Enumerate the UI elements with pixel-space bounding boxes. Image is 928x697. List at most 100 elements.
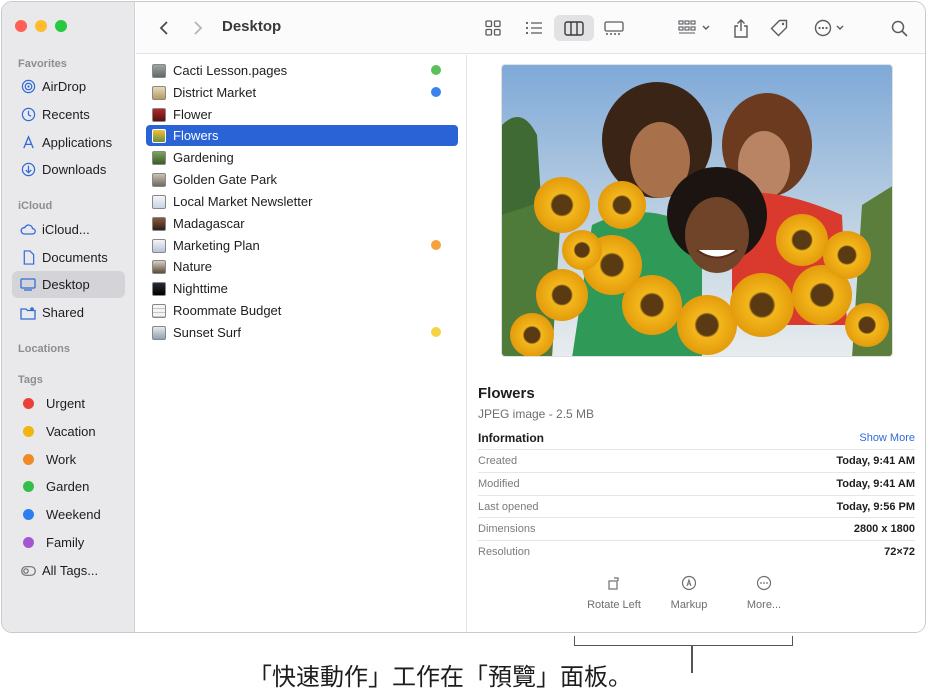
file-row[interactable]: Marketing Plan	[146, 235, 458, 256]
tag-color-dot	[23, 509, 34, 520]
preview-file-name: Flowers	[478, 385, 535, 402]
minimize-button[interactable]	[35, 20, 47, 32]
list-view-button[interactable]	[520, 15, 548, 41]
column-view-button[interactable]	[554, 15, 594, 41]
file-row-selected[interactable]: Flowers	[146, 125, 458, 146]
chevron-down-icon	[702, 25, 710, 30]
grid-icon	[485, 20, 501, 36]
file-row[interactable]: Local Market Newsletter	[146, 191, 458, 212]
zoom-button[interactable]	[55, 20, 67, 32]
icon-view-button[interactable]	[479, 15, 507, 41]
file-name: Cacti Lesson.pages	[173, 63, 288, 78]
tag-icon	[770, 19, 788, 37]
sidebar-item-label: Recents	[42, 107, 90, 122]
file-row[interactable]: Gardening	[146, 147, 458, 168]
sidebar-item-label: Vacation	[46, 424, 96, 439]
preview-pane: Flowers JPEG image - 2.5 MB Information …	[468, 55, 925, 632]
group-by-button[interactable]	[674, 15, 714, 41]
info-key: Last opened	[478, 501, 539, 513]
sidebar-item-label: Downloads	[42, 162, 107, 177]
sidebar-tag-garden[interactable]: Garden	[12, 473, 125, 500]
preview-file-kind: JPEG image - 2.5 MB	[478, 407, 595, 421]
sidebar-item-downloads[interactable]: Downloads	[12, 156, 125, 183]
list-icon	[525, 21, 542, 35]
sidebar-section-locations[interactable]: Locations	[18, 343, 70, 355]
info-key: Created	[478, 455, 518, 467]
sidebar-tag-urgent[interactable]: Urgent	[12, 390, 125, 417]
file-tag-dot	[431, 327, 441, 337]
tag-color-dot	[23, 481, 34, 492]
sidebar-section-tags[interactable]: Tags	[18, 374, 43, 386]
sidebar-item-label: Documents	[42, 250, 108, 265]
sidebar-item-label: Work	[46, 452, 77, 467]
callout-line	[691, 646, 693, 673]
preview-image	[501, 64, 893, 357]
sidebar-item-label: Garden	[46, 479, 90, 494]
tag-color-dot	[23, 426, 34, 437]
file-name: Madagascar	[173, 216, 245, 231]
sidebar-tag-weekend[interactable]: Weekend	[12, 501, 125, 528]
forward-button[interactable]	[188, 15, 208, 41]
show-more-link[interactable]: Show More	[859, 432, 915, 444]
info-value: Today, 9:41 AM	[836, 455, 915, 467]
quick-action-label: More...	[746, 599, 782, 611]
columns-icon	[564, 20, 584, 36]
sidebar-item-label: Applications	[42, 135, 113, 150]
file-row[interactable]: Nature	[146, 256, 458, 277]
sidebar-item-label: Weekend	[46, 507, 101, 522]
file-row[interactable]: Madagascar	[146, 213, 458, 234]
info-row-resolution: Resolution 72×72	[478, 540, 915, 563]
document-thumbnail-icon	[152, 194, 166, 209]
tags-button[interactable]	[768, 15, 790, 41]
all-tags-icon	[20, 563, 36, 579]
image-thumbnail-icon	[152, 281, 166, 296]
sidebar-item-airdrop[interactable]: AirDrop	[12, 73, 125, 100]
sidebar-item-label: Urgent	[46, 396, 86, 411]
sidebar-item-label: All Tags...	[42, 563, 99, 578]
sidebar-item-recents[interactable]: Recents	[12, 101, 125, 128]
search-icon	[891, 20, 908, 37]
file-name: Gardening	[173, 150, 234, 165]
markup-button[interactable]: Markup	[654, 575, 724, 611]
file-tag-dot	[431, 87, 441, 97]
sidebar-item-documents[interactable]: Documents	[12, 244, 125, 271]
info-row-created: Created Today, 9:41 AM	[478, 449, 915, 472]
rotate-left-icon	[608, 577, 619, 590]
action-menu-button[interactable]	[810, 15, 848, 41]
image-thumbnail-icon	[152, 107, 166, 122]
info-value: Today, 9:41 AM	[836, 478, 915, 490]
info-row-dimensions: Dimensions 2800 x 1800	[478, 517, 915, 540]
sidebar-item-desktop[interactable]: Desktop	[12, 271, 125, 298]
file-row[interactable]: Sunset Surf	[146, 322, 458, 343]
file-name: District Market	[173, 85, 257, 100]
chevron-down-icon	[836, 25, 844, 30]
callout-bracket	[574, 636, 793, 646]
rotate-left-button[interactable]: Rotate Left	[579, 575, 649, 611]
sidebar-tag-vacation[interactable]: Vacation	[12, 418, 125, 445]
sidebar-item-icloud-drive[interactable]: iCloud...	[12, 216, 125, 243]
sidebar-all-tags[interactable]: All Tags...	[12, 557, 125, 584]
file-row[interactable]: Golden Gate Park	[146, 169, 458, 190]
file-row[interactable]: District Market	[146, 82, 458, 103]
sidebar-item-shared[interactable]: Shared	[12, 299, 125, 326]
sidebar-tag-work[interactable]: Work	[12, 446, 125, 473]
info-row-modified: Modified Today, 9:41 AM	[478, 472, 915, 495]
share-button[interactable]	[730, 15, 752, 41]
window-title: Desktop	[222, 18, 282, 35]
sidebar-tag-family[interactable]: Family	[12, 529, 125, 556]
quick-action-label: Markup	[670, 599, 708, 611]
file-row[interactable]: Roommate Budget	[146, 300, 458, 321]
sidebar-item-label: AirDrop	[42, 79, 87, 94]
close-button[interactable]	[15, 20, 27, 32]
file-row[interactable]: Flower	[146, 104, 458, 125]
info-key: Modified	[478, 478, 520, 490]
file-row[interactable]: Nighttime	[146, 278, 458, 299]
file-row[interactable]: Cacti Lesson.pages	[146, 60, 458, 81]
airdrop-icon	[20, 79, 36, 95]
sidebar-item-applications[interactable]: Applications	[12, 129, 125, 156]
more-actions-button[interactable]: More...	[729, 575, 799, 611]
back-button[interactable]	[154, 15, 174, 41]
search-button[interactable]	[888, 15, 910, 41]
gallery-view-button[interactable]	[600, 15, 628, 41]
download-icon	[20, 162, 36, 178]
